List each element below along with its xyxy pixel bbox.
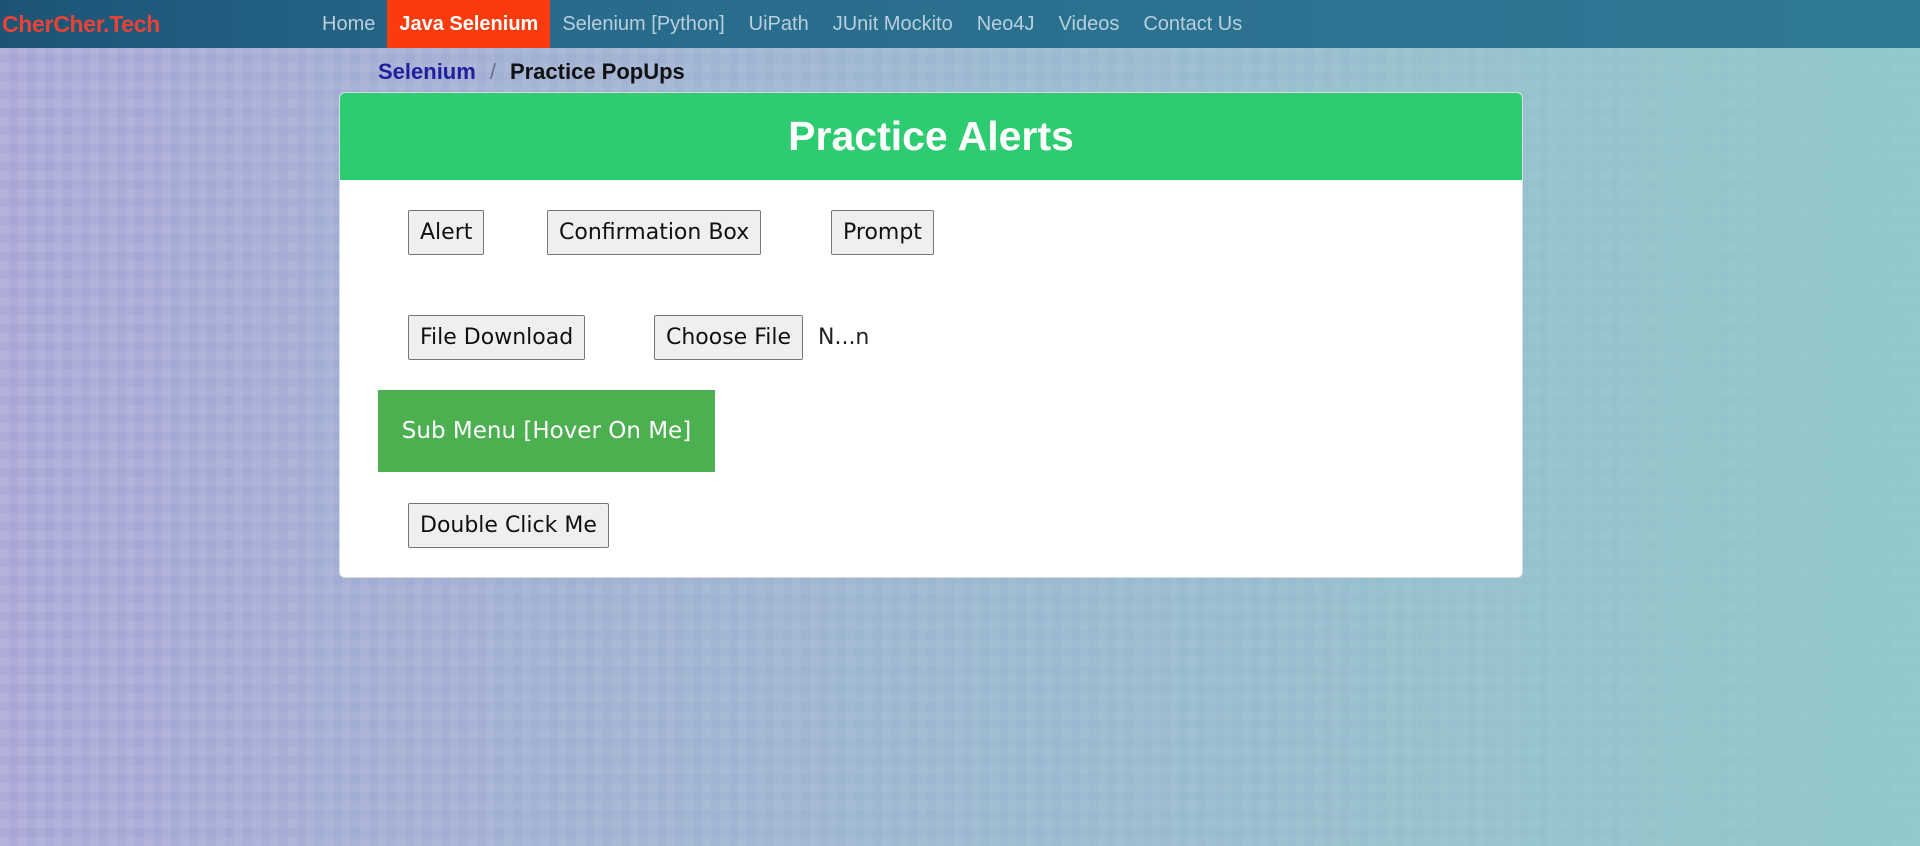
nav-menu: Home Java Selenium Selenium [Python] UiP…: [310, 0, 1254, 48]
breadcrumb-current: Practice PopUps: [509, 59, 685, 84]
nav-item-contact-us[interactable]: Contact Us: [1131, 0, 1254, 48]
file-chosen-status: N...n: [818, 325, 870, 350]
confirmation-box-button[interactable]: Confirmation Box: [547, 210, 762, 255]
nav-item-neo4j[interactable]: Neo4J: [965, 0, 1047, 48]
top-navbar: CherCher.Tech Home Java Selenium Seleniu…: [0, 0, 1920, 48]
nav-item-home[interactable]: Home: [310, 0, 387, 48]
nav-item-videos[interactable]: Videos: [1047, 0, 1132, 48]
file-download-button[interactable]: File Download: [408, 315, 586, 360]
nav-item-selenium-python[interactable]: Selenium [Python]: [550, 0, 736, 48]
breadcrumb-link-selenium[interactable]: Selenium: [378, 59, 476, 85]
brand-logo[interactable]: CherCher.Tech: [0, 0, 310, 48]
submenu-hover-button[interactable]: Sub Menu [Hover On Me]: [378, 390, 715, 472]
prompt-button[interactable]: Prompt: [831, 210, 934, 255]
breadcrumb: Selenium / Practice PopUps: [378, 58, 685, 86]
nav-item-junit-mockito[interactable]: JUnit Mockito: [821, 0, 965, 48]
choose-file-button[interactable]: Choose File: [654, 315, 804, 360]
breadcrumb-separator: /: [489, 59, 496, 84]
nav-item-java-selenium[interactable]: Java Selenium: [387, 0, 551, 48]
alert-button[interactable]: Alert: [408, 210, 485, 255]
double-click-button[interactable]: Double Click Me: [408, 503, 609, 548]
practice-alerts-card: Practice Alerts Alert Confirmation Box P…: [339, 92, 1523, 578]
nav-item-uipath[interactable]: UiPath: [737, 0, 821, 48]
card-title: Practice Alerts: [340, 93, 1522, 180]
